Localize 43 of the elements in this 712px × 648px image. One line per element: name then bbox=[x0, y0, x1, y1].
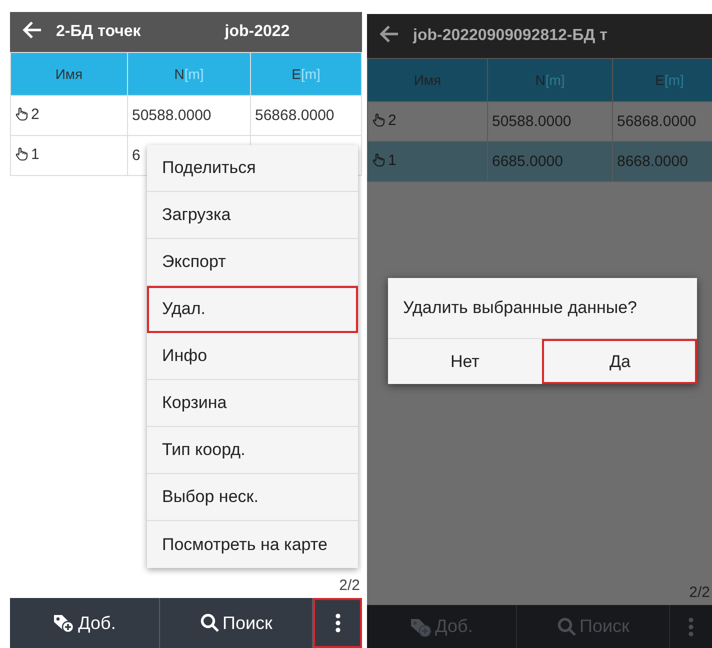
screen-title: job-20220909092812-БД т bbox=[413, 27, 608, 45]
tag-plus-icon bbox=[53, 613, 76, 633]
point-name[interactable]: 2 bbox=[15, 106, 40, 123]
screen-title: job-2022 bbox=[224, 23, 290, 41]
hand-icon bbox=[372, 113, 386, 128]
menu-item[interactable]: Поделиться bbox=[147, 145, 358, 192]
more-icon bbox=[334, 613, 340, 633]
table-cell: 56868.0000 bbox=[255, 107, 334, 124]
menu-item[interactable]: Инфо bbox=[147, 333, 358, 380]
table-cell: 50588.0000 bbox=[492, 113, 572, 130]
more-button[interactable] bbox=[313, 598, 362, 648]
column-header: N[m] bbox=[128, 52, 250, 96]
column-header: E[m] bbox=[250, 52, 362, 96]
add-button[interactable]: Доб. bbox=[10, 598, 160, 648]
search-icon bbox=[200, 613, 220, 633]
more-icon bbox=[688, 616, 694, 636]
table-cell: 56868.0000 bbox=[617, 113, 696, 130]
hand-icon bbox=[15, 107, 29, 122]
table-cell: 6685.0000 bbox=[492, 153, 563, 170]
point-name[interactable]: 1 bbox=[15, 146, 40, 163]
menu-item[interactable]: Экспорт bbox=[147, 239, 358, 286]
search-icon bbox=[556, 616, 577, 636]
dialog-button[interactable]: Да bbox=[542, 339, 697, 384]
menu-item[interactable]: Тип коорд. bbox=[147, 427, 358, 474]
menu-item[interactable]: Корзина bbox=[147, 380, 358, 427]
tag-plus-icon bbox=[410, 616, 432, 636]
dialog-button[interactable]: Нет bbox=[388, 339, 542, 384]
page-counter: 2/2 bbox=[689, 584, 710, 601]
column-header: Имя bbox=[368, 58, 488, 102]
search-button[interactable]: Поиск bbox=[160, 598, 313, 648]
table-cell: 8668.0000 bbox=[617, 153, 688, 170]
page-counter: 2/2 bbox=[339, 577, 360, 594]
table-cell: 50588.0000 bbox=[132, 107, 212, 124]
menu-item[interactable]: Посмотреть на карте bbox=[147, 521, 358, 568]
hand-icon bbox=[372, 153, 386, 168]
menu-item[interactable]: Выбор неск. bbox=[147, 474, 358, 521]
dialog-message: Удалить выбранные данные? bbox=[388, 278, 697, 339]
screen-title: 2-БД точек bbox=[56, 23, 141, 41]
menu-item[interactable]: Загрузка bbox=[147, 192, 358, 239]
column-header: Имя bbox=[10, 52, 128, 96]
table-cell: 6 bbox=[132, 147, 140, 164]
menu-item[interactable]: Удал. bbox=[147, 286, 358, 333]
hand-icon bbox=[15, 147, 29, 162]
